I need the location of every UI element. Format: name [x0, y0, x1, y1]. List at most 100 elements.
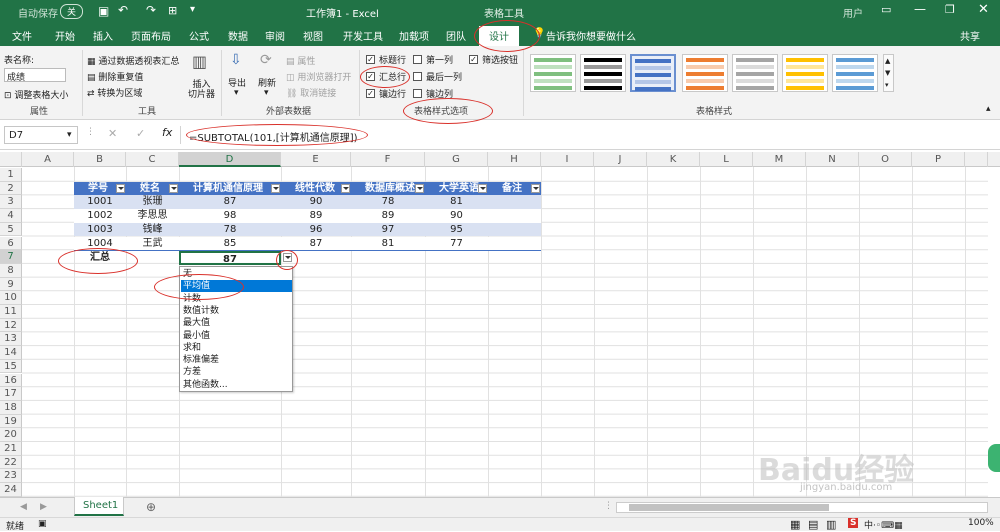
row-header[interactable]: 19 [0, 414, 22, 429]
row-header[interactable]: 21 [0, 442, 22, 456]
column-header[interactable]: N [806, 152, 859, 167]
enter-icon[interactable]: ✓ [136, 127, 145, 140]
column-header[interactable]: G [425, 152, 488, 167]
table-style-swatch[interactable] [530, 54, 576, 92]
table-cell[interactable]: 89 [351, 209, 425, 223]
table-cell[interactable]: 81 [351, 236, 425, 251]
redo-icon[interactable]: ↷ [146, 3, 156, 17]
macro-record-icon[interactable]: ▣ [38, 519, 47, 529]
dropdown-option[interactable]: 数值计数 [181, 305, 292, 317]
row-header[interactable]: 11 [0, 305, 22, 319]
table-style-swatch[interactable] [832, 54, 878, 92]
row-header[interactable]: 2 [0, 181, 22, 196]
row-header[interactable]: 14 [0, 346, 22, 360]
insert-slicer-button[interactable]: ▥ 插入 切片器 [188, 52, 215, 102]
table-cell[interactable] [488, 236, 541, 251]
tab-developer[interactable]: 开发工具 [343, 28, 383, 43]
table-header-cell[interactable]: 线性代数 [281, 181, 351, 196]
filter-dropdown-icon[interactable] [341, 183, 350, 193]
dropdown-option[interactable]: 最大值 [181, 317, 292, 329]
dropdown-option[interactable]: 最小值 [181, 330, 292, 342]
tab-data[interactable]: 数据 [228, 28, 248, 43]
banded-columns-checkbox[interactable] [413, 89, 422, 98]
table-name-input[interactable]: 成绩 [4, 68, 66, 83]
tab-page-layout[interactable]: 页面布局 [131, 28, 171, 43]
undo-icon[interactable]: ↶ [118, 3, 128, 17]
column-header[interactable]: I [541, 152, 594, 167]
row-header[interactable]: 23 [0, 469, 22, 484]
horizontal-scrollbar[interactable] [616, 502, 988, 513]
table-header-cell[interactable]: 姓名 [126, 181, 179, 196]
column-header[interactable]: K [647, 152, 700, 167]
table-cell[interactable]: 78 [351, 195, 425, 210]
table-cell[interactable]: 77 [425, 236, 488, 251]
row-header[interactable]: 18 [0, 400, 22, 415]
table-header-cell[interactable]: 数据库概述 [351, 181, 425, 196]
table-cell[interactable]: 87 [179, 195, 281, 210]
row-header[interactable]: 12 [0, 318, 22, 333]
tab-insert[interactable]: 插入 [93, 28, 113, 43]
table-cell[interactable]: 1003 [74, 222, 126, 237]
last-column-checkbox[interactable] [413, 72, 422, 81]
table-cell[interactable]: 1001 [74, 195, 126, 210]
insert-function-icon[interactable]: fx [162, 126, 172, 139]
filter-dropdown-icon[interactable] [415, 183, 424, 193]
refresh-button[interactable]: ⟳ 刷新 ▾ [256, 52, 280, 100]
table-cell[interactable] [488, 195, 541, 210]
table-cell[interactable]: 钱峰 [126, 222, 179, 237]
side-widget[interactable] [988, 444, 1000, 472]
tab-splitter-icon[interactable]: ⋮ [604, 501, 613, 511]
table-cell[interactable]: 李思思 [126, 209, 179, 223]
table-cell[interactable]: 1002 [74, 209, 126, 223]
column-header[interactable]: H [488, 152, 541, 167]
customize-qat-icon[interactable]: ▾ [190, 4, 195, 15]
table-cell[interactable]: 85 [179, 236, 281, 251]
dropdown-option[interactable]: 其他函数... [181, 379, 292, 391]
filter-button-checkbox[interactable]: ✓ [469, 55, 478, 64]
user-name[interactable]: 用户 [843, 5, 863, 20]
table-cell[interactable]: 90 [281, 195, 351, 210]
convert-range-button[interactable]: ⇄ 转换为区域 [87, 86, 142, 99]
column-header[interactable]: M [753, 152, 806, 167]
row-header[interactable]: 24 [0, 483, 22, 497]
row-header[interactable]: 5 [0, 222, 22, 237]
table-cell[interactable]: 张珊 [126, 195, 179, 210]
column-header[interactable] [965, 152, 988, 167]
table-cell[interactable]: 87 [281, 236, 351, 251]
share-button[interactable]: 共享 [960, 28, 980, 43]
filter-dropdown-icon[interactable] [531, 183, 540, 193]
tab-addins[interactable]: 加载项 [399, 28, 429, 43]
table-cell[interactable] [488, 209, 541, 223]
column-header[interactable]: B [74, 152, 126, 167]
remove-duplicates-button[interactable]: ▤ 删除重复值 [87, 70, 143, 83]
tab-file[interactable]: 文件 [12, 28, 32, 43]
column-header-selected[interactable]: D [179, 152, 281, 167]
table-cell[interactable] [488, 222, 541, 237]
zoom-level[interactable]: 100% [968, 518, 994, 528]
tab-home[interactable]: 开始 [55, 28, 75, 43]
table-cell[interactable]: 90 [425, 209, 488, 223]
table-cell[interactable]: 96 [281, 222, 351, 237]
table-cell[interactable]: 95 [425, 222, 488, 237]
ribbon-display-icon[interactable]: ▭ [881, 3, 891, 16]
normal-view-icon[interactable]: ▦ [790, 518, 800, 531]
filter-dropdown-icon[interactable] [116, 183, 125, 193]
row-header[interactable]: 6 [0, 236, 22, 251]
autosave-toggle[interactable]: 关 [60, 4, 84, 19]
open-browser-button[interactable]: ◫ 用浏览器打开 [286, 70, 351, 83]
next-sheet-icon[interactable]: ▶ [40, 502, 47, 512]
table-header-cell[interactable]: 大学英语 [425, 181, 488, 196]
export-button[interactable]: ⇩ 导出 ▾ [226, 52, 250, 100]
row-header-selected[interactable]: 7 [0, 250, 22, 264]
prev-sheet-icon[interactable]: ◀ [20, 502, 27, 512]
filter-dropdown-icon[interactable] [478, 183, 487, 193]
page-break-view-icon[interactable]: ▥ [826, 518, 836, 531]
table-cell[interactable]: 98 [179, 209, 281, 223]
restore-icon[interactable]: ❐ [945, 3, 955, 16]
dropdown-option[interactable]: 求和 [181, 342, 292, 354]
minimize-icon[interactable]: — [914, 2, 926, 16]
tab-team[interactable]: 团队 [446, 28, 466, 43]
row-header[interactable]: 4 [0, 209, 22, 223]
table-header-cell[interactable]: 学号 [74, 181, 126, 196]
scrollbar-thumb[interactable] [629, 504, 829, 511]
